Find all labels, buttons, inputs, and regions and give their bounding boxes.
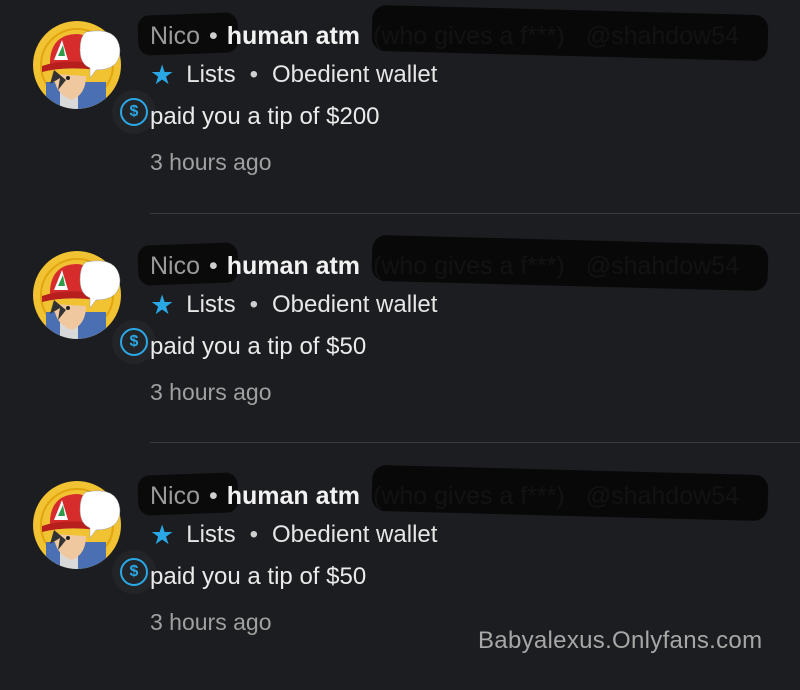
watermark: Babyalexus.Onlyfans.com (478, 627, 763, 654)
notification-time: 3 hours ago (150, 609, 272, 635)
lists-link[interactable]: Lists (186, 291, 235, 319)
notification-feed: $ Nico • human atm (who gives a f***) @s… (0, 0, 800, 664)
dollar-circle-icon: $ (120, 98, 148, 126)
display-name[interactable]: Nico (150, 252, 200, 280)
separator-dot: • (249, 521, 258, 548)
divider (150, 442, 800, 443)
dollar-circle-icon: $ (120, 328, 148, 356)
notification-item[interactable]: $ Nico • human atm (who gives a f***) @s… (0, 0, 800, 230)
notification-time: 3 hours ago (150, 149, 272, 175)
username[interactable]: human atm (227, 22, 360, 50)
list-name-link[interactable]: Obedient wallet (272, 521, 437, 549)
star-icon: ★ (150, 519, 175, 550)
notification-item[interactable]: $ Nico • human atm (who gives a f***) @s… (0, 230, 800, 460)
separator-dot: • (249, 291, 258, 318)
display-name[interactable]: Nico (150, 482, 200, 510)
avatar[interactable]: $ (32, 480, 156, 594)
list-name-link[interactable]: Obedient wallet (272, 291, 437, 319)
separator-dot: • (208, 252, 218, 280)
separator-dot: • (249, 61, 258, 88)
star-icon: ★ (150, 289, 175, 320)
notification-time: 3 hours ago (150, 379, 272, 405)
lists-link[interactable]: Lists (186, 61, 235, 89)
dollar-circle-icon: $ (120, 558, 148, 586)
notification-item[interactable]: $ Nico • human atm (who gives a f***) @s… (0, 460, 800, 690)
dollar-symbol: $ (129, 333, 139, 350)
list-line: ★ Lists • Obedient wallet (150, 520, 437, 550)
star-icon: ★ (150, 59, 175, 90)
separator-dot: • (208, 482, 218, 510)
display-name[interactable]: Nico (150, 22, 200, 50)
avatar[interactable]: $ (32, 250, 156, 364)
dollar-symbol: $ (129, 563, 139, 580)
lists-link[interactable]: Lists (186, 521, 235, 549)
username[interactable]: human atm (227, 482, 360, 510)
notification-message: paid you a tip of $200 (150, 103, 380, 130)
list-line: ★ Lists • Obedient wallet (150, 290, 437, 320)
list-name-link[interactable]: Obedient wallet (272, 61, 437, 89)
username[interactable]: human atm (227, 252, 360, 280)
divider (150, 213, 800, 214)
list-line: ★ Lists • Obedient wallet (150, 60, 437, 90)
dollar-symbol: $ (129, 103, 139, 120)
notification-message: paid you a tip of $50 (150, 333, 367, 360)
notification-message: paid you a tip of $50 (150, 563, 367, 590)
separator-dot: • (208, 22, 218, 50)
avatar[interactable]: $ (32, 20, 156, 134)
